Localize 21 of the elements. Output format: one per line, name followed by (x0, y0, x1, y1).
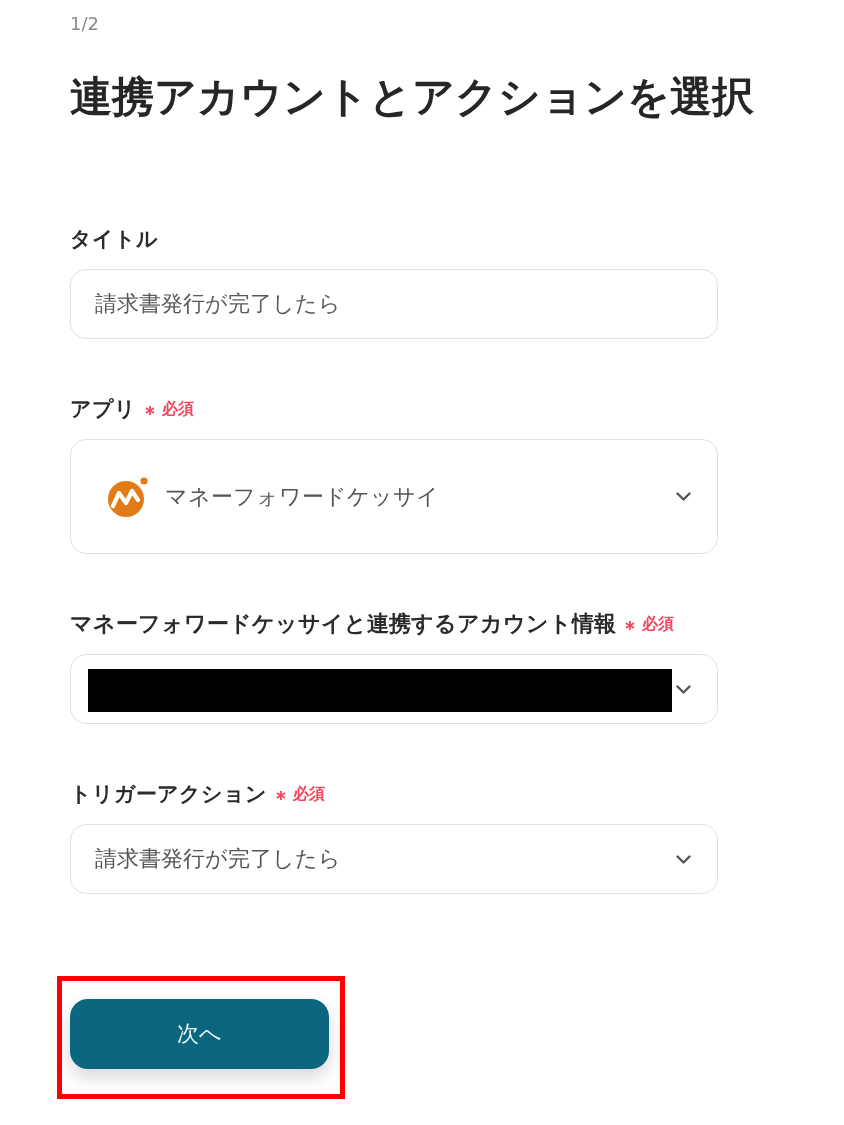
chevron-down-icon (676, 854, 691, 864)
select-field[interactable] (70, 654, 718, 724)
next-button[interactable]: 次へ (70, 999, 329, 1069)
required-label: 必須 (293, 783, 325, 805)
logo-icon (107, 475, 149, 518)
chevron-down-icon (676, 492, 691, 501)
chevron-down-icon (676, 684, 691, 694)
field-label: トリガーアクション (70, 781, 267, 808)
step-counter: 1/2 (70, 12, 99, 36)
required-asterisk: ＊ (620, 617, 640, 639)
required-label: 必須 (642, 613, 674, 635)
page-title: 連携アカウントとアクションを選択 (70, 71, 754, 123)
app-select[interactable]: マネーフォワードケッサイ (70, 439, 718, 554)
required-label: 必須 (162, 398, 194, 420)
required-asterisk: ＊ (140, 402, 160, 424)
field-label: マネーフォワードケッサイと連携するアカウント情報 (70, 610, 616, 638)
text-input[interactable]: 請求書発行が完了したら (70, 269, 718, 339)
field-label: アプリ (70, 396, 136, 423)
field-label: タイトル (70, 226, 158, 253)
required-asterisk: ＊ (271, 787, 291, 809)
select-field[interactable]: 請求書発行が完了したら (70, 824, 718, 894)
